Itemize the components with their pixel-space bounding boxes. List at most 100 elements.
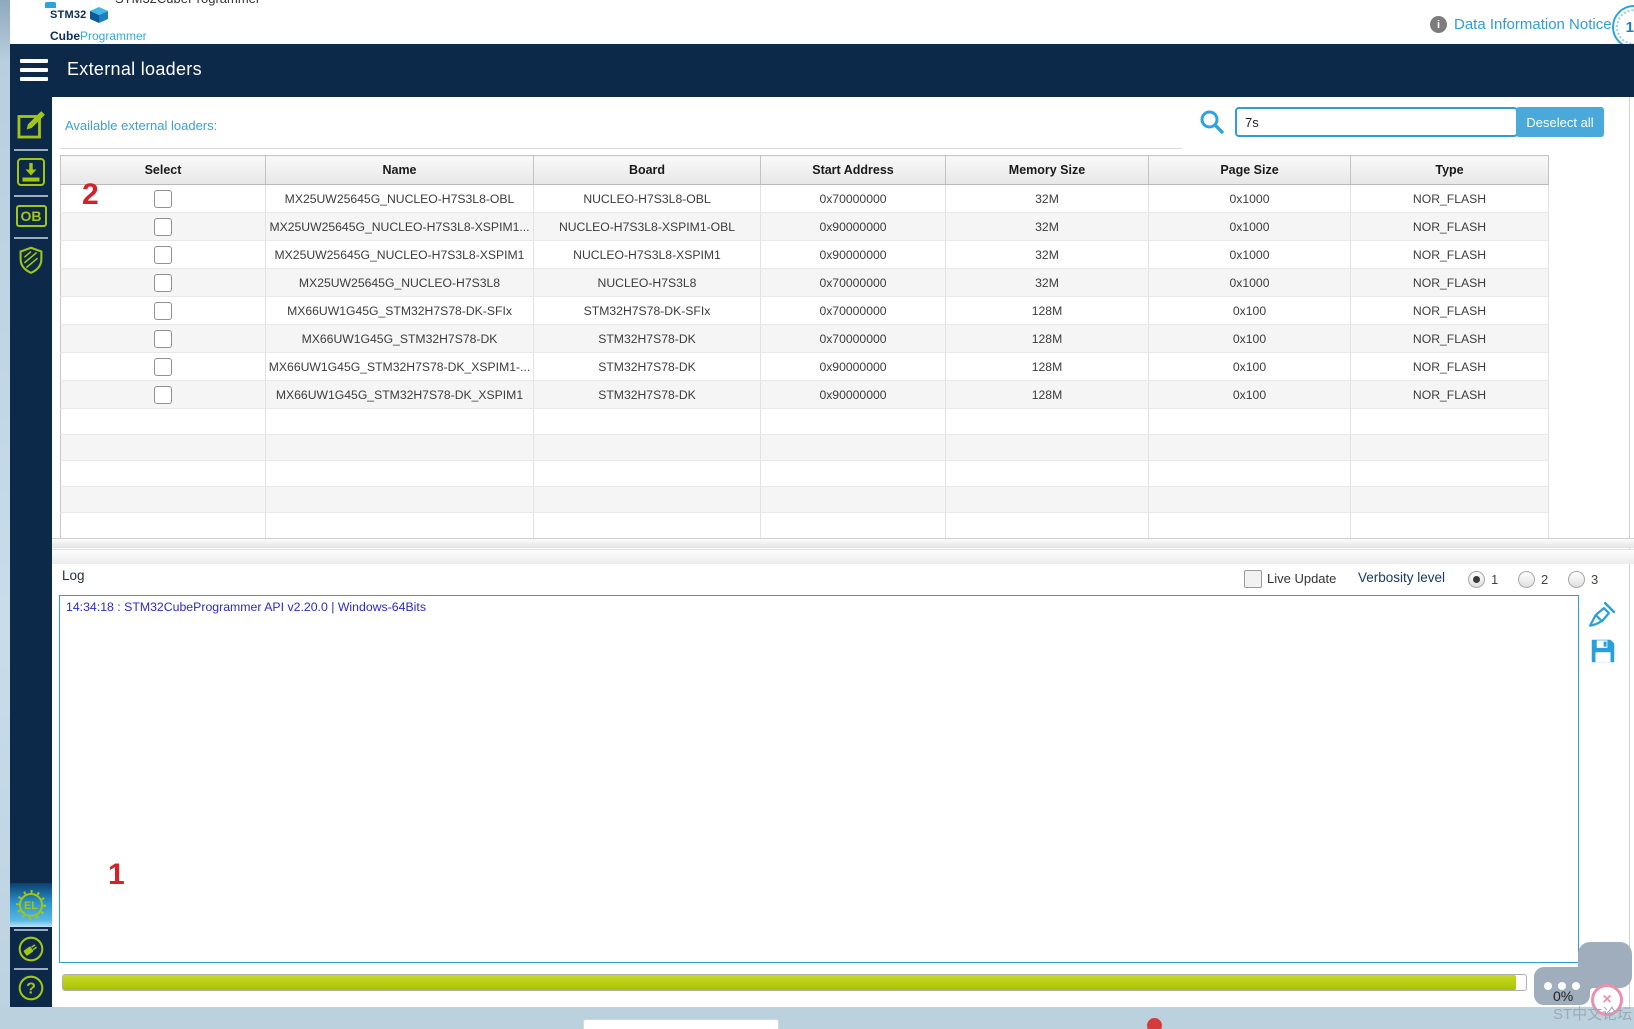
- sidebar-item-option-bytes[interactable]: OB: [10, 201, 52, 231]
- table-row: MX66UW1G45G_STM32H7S78-DK_XSPIM1 STM32H7S…: [60, 380, 1549, 409]
- splitter-band[interactable]: [52, 538, 1634, 548]
- logo-stm32-text: STM32: [50, 9, 87, 21]
- loader-name-cell: MX66UW1G45G_STM32H7S78-DK: [265, 324, 534, 353]
- verbosity-radio-1[interactable]: [1468, 571, 1485, 588]
- column-header-board[interactable]: Board: [533, 155, 761, 185]
- select-cell: [60, 296, 266, 325]
- forum-watermark-label: ST中文论坛: [1553, 1006, 1633, 1023]
- memory-size-cell: 128M: [945, 324, 1149, 353]
- loader-name-cell: MX66UW1G45G_STM32H7S78-DK_XSPIM1: [265, 380, 534, 409]
- start-address-cell: 0x70000000: [760, 268, 946, 297]
- log-section-label: Log: [62, 568, 85, 583]
- select-cell: [60, 352, 266, 381]
- select-cell: [60, 324, 266, 353]
- type-cell: NOR_FLASH: [1350, 352, 1549, 381]
- log-section-band: [52, 549, 1634, 564]
- loader-name-cell: MX25UW25645G_NUCLEO-H7S3L8-XSPIM1...: [265, 212, 534, 241]
- board-cell: STM32H7S78-DK-SFIx: [533, 296, 761, 325]
- row-select-checkbox[interactable]: [154, 217, 172, 236]
- start-address-cell: 0x90000000: [760, 212, 946, 241]
- verbosity-radio-1-label: 1: [1491, 572, 1499, 587]
- data-information-notice-label: Data Information Notice: [1454, 16, 1612, 33]
- table-body: MX25UW25645G_NUCLEO-H7S3L8-OBL NUCLEO-H7S…: [60, 184, 1549, 539]
- data-information-notice-link[interactable]: i Data Information Notice: [1430, 16, 1612, 33]
- column-header-name[interactable]: Name: [265, 155, 534, 185]
- stm32cubeprogrammer-window: STM32CubeProgrammer STM32 CubeProgrammer…: [0, 0, 1634, 1029]
- board-cell: NUCLEO-H7S3L8-XSPIM1: [533, 240, 761, 269]
- row-select-checkbox[interactable]: [154, 329, 172, 348]
- log-message: 14:34:18 : STM32CubeProgrammer API v2.20…: [66, 600, 426, 614]
- sidebar-item-help[interactable]: ?: [10, 972, 52, 1004]
- verbosity-level-label: Verbosity level: [1358, 570, 1446, 585]
- loader-name-cell: MX66UW1G45G_STM32H7S78-DK_XSPIM1-...: [265, 352, 534, 381]
- log-output-area[interactable]: 14:34:18 : STM32CubeProgrammer API v2.20…: [59, 595, 1579, 963]
- cutoff-tooltip-box: [583, 1019, 779, 1029]
- memory-size-cell: 128M: [945, 296, 1149, 325]
- type-cell: NOR_FLASH: [1350, 380, 1549, 409]
- sidebar-item-erasing-programming[interactable]: [10, 155, 52, 189]
- row-select-checkbox[interactable]: [154, 273, 172, 292]
- board-cell: STM32H7S78-DK: [533, 380, 761, 409]
- sidebar-item-external-loaders[interactable]: EL: [10, 883, 52, 927]
- table-row: MX66UW1G45G_STM32H7S78-DK_XSPIM1-... STM3…: [60, 352, 1549, 381]
- memory-size-cell: 128M: [945, 380, 1149, 409]
- annotation-marker-1: 1: [108, 858, 125, 891]
- row-select-checkbox[interactable]: [154, 189, 172, 208]
- page-size-cell: 0x1000: [1148, 212, 1351, 241]
- logo-programmer-text: Programmer: [80, 29, 147, 43]
- download-icon: [17, 158, 45, 186]
- column-header-memory-size[interactable]: Memory Size: [945, 155, 1149, 185]
- sidebar-item-stlink-probe[interactable]: [10, 933, 52, 965]
- live-update-label: Live Update: [1267, 571, 1337, 586]
- start-address-cell: 0x70000000: [760, 184, 946, 213]
- table-row: MX25UW25645G_NUCLEO-H7S3L8-OBL NUCLEO-H7S…: [60, 184, 1549, 213]
- probe-connector-icon: [18, 936, 44, 962]
- select-cell: [60, 240, 266, 269]
- column-header-type[interactable]: Type: [1350, 155, 1549, 185]
- page-size-cell: 0x1000: [1148, 240, 1351, 269]
- verbosity-radio-3[interactable]: [1568, 571, 1585, 588]
- column-header-page-size[interactable]: Page Size: [1148, 155, 1351, 185]
- sidebar: OB EL ?: [10, 97, 52, 1007]
- column-header-start-address[interactable]: Start Address: [760, 155, 946, 185]
- empty-table-row: [60, 486, 1549, 513]
- memory-size-cell: 128M: [945, 352, 1149, 381]
- type-cell: NOR_FLASH: [1350, 212, 1549, 241]
- progress-percent-label: 0%: [1553, 988, 1574, 1004]
- type-cell: NOR_FLASH: [1350, 268, 1549, 297]
- progress-bar-fill: [63, 975, 1516, 990]
- board-cell: STM32H7S78-DK: [533, 324, 761, 353]
- board-cell: NUCLEO-H7S3L8: [533, 268, 761, 297]
- logo-cube-text: Cube: [50, 29, 80, 43]
- save-log-floppy-icon[interactable]: [1588, 636, 1618, 666]
- deselect-all-button[interactable]: Deselect all: [1516, 107, 1604, 137]
- available-loaders-label: Available external loaders:: [65, 118, 218, 133]
- clear-log-broom-icon[interactable]: [1587, 600, 1617, 630]
- table-row: MX25UW25645G_NUCLEO-H7S3L8-XSPIM1... NUCL…: [60, 212, 1549, 241]
- type-cell: NOR_FLASH: [1350, 324, 1549, 353]
- loader-search-input[interactable]: [1235, 107, 1518, 137]
- empty-table-row: [60, 434, 1549, 461]
- sidebar-item-memory-file-edition[interactable]: [10, 107, 52, 143]
- row-select-checkbox[interactable]: [154, 301, 172, 320]
- info-icon: i: [1430, 16, 1447, 33]
- row-select-checkbox[interactable]: [154, 245, 172, 264]
- start-address-cell: 0x70000000: [760, 296, 946, 325]
- verbosity-radio-2[interactable]: [1518, 571, 1535, 588]
- row-select-checkbox[interactable]: [154, 357, 172, 376]
- row-select-checkbox[interactable]: [154, 385, 172, 404]
- sidebar-item-security[interactable]: [10, 243, 52, 279]
- verbosity-radio-2-label: 2: [1541, 572, 1549, 587]
- menu-hamburger-icon[interactable]: [20, 59, 48, 81]
- loader-name-cell: MX66UW1G45G_STM32H7S78-DK-SFIx: [265, 296, 534, 325]
- board-cell: NUCLEO-H7S3L8-OBL: [533, 184, 761, 213]
- live-update-checkbox[interactable]: [1244, 570, 1262, 588]
- table-row: MX25UW25645G_NUCLEO-H7S3L8 NUCLEO-H7S3L8 0…: [60, 268, 1549, 297]
- page-header: External loaders: [10, 44, 1634, 97]
- select-cell: [60, 212, 266, 241]
- page-size-cell: 0x100: [1148, 352, 1351, 381]
- progress-bar: [62, 974, 1527, 991]
- type-cell: NOR_FLASH: [1350, 296, 1549, 325]
- memory-size-cell: 32M: [945, 212, 1149, 241]
- badge-text: 10: [1625, 18, 1634, 36]
